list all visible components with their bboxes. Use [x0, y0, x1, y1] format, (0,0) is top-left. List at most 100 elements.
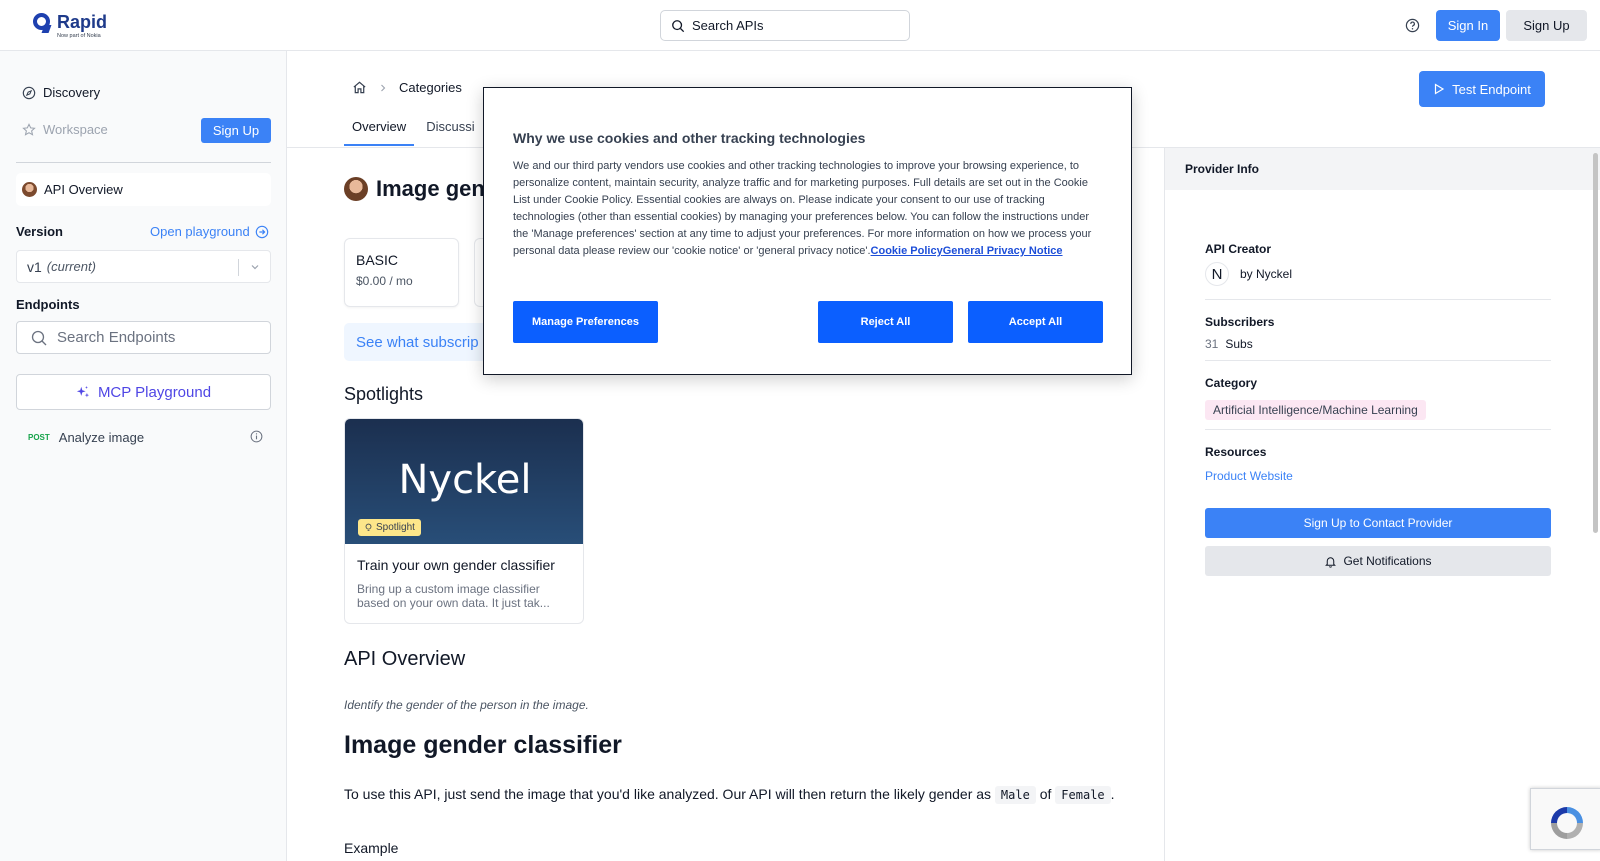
creator-name: by Nyckel [1240, 267, 1293, 281]
play-icon [1435, 83, 1445, 95]
recaptcha-icon [1551, 807, 1583, 839]
plan-price: $0.00 / mo [356, 274, 413, 288]
contact-provider-button[interactable]: Sign Up to Contact Provider [1205, 508, 1551, 538]
chevron-right-icon [381, 84, 386, 91]
manage-preferences-button[interactable]: Manage Preferences [513, 301, 658, 343]
subscribers-unit: Subs [1225, 337, 1253, 351]
recaptcha-badge[interactable] [1530, 788, 1600, 850]
api-avatar [22, 182, 37, 197]
subscribers-number: 31 [1205, 337, 1219, 351]
sidebar-item-discovery[interactable]: Discovery [22, 85, 100, 100]
sign-up-button[interactable]: Sign Up [1506, 10, 1587, 41]
lightbulb-icon [365, 523, 372, 532]
cookie-policy-link[interactable]: Cookie Policy [871, 245, 943, 257]
compass-icon [22, 86, 36, 99]
api-overview-heading: API Overview [344, 648, 466, 670]
rapid-logo[interactable]: Rapid Now part of Nokia [33, 13, 107, 39]
endpoint-name: Analyze image [58, 430, 145, 445]
sparkles-icon [76, 385, 90, 398]
chevron-down-icon [251, 265, 259, 270]
open-playground-link[interactable]: Open playground [150, 224, 269, 239]
divider [1205, 360, 1551, 361]
product-website-link[interactable]: Product Website [1205, 469, 1293, 483]
spotlight-image: Nyckel Spotlight [345, 419, 583, 544]
search-apis-input[interactable]: Search APIs [660, 10, 910, 41]
plan-name: BASIC [356, 252, 399, 268]
tab-overview[interactable]: Overview [344, 110, 415, 146]
mcp-playground-button[interactable]: MCP Playground [16, 374, 271, 410]
spotlight-description: Bring up a custom image classifier based… [357, 582, 550, 610]
reject-all-button[interactable]: Reject All [818, 301, 953, 343]
mcp-playground-label: MCP Playground [97, 383, 212, 401]
api-creator[interactable]: N by Nyckel [1205, 262, 1292, 286]
sign-in-button[interactable]: Sign In [1436, 10, 1500, 41]
api-avatar [344, 177, 368, 201]
cookie-title: Why we use cookies and other tracking te… [513, 130, 866, 146]
page-title-text: Image gen [376, 176, 485, 201]
help-icon[interactable] [1405, 18, 1420, 33]
subscription-banner-link[interactable]: See what subscrip [344, 323, 494, 361]
scrollbar[interactable] [1593, 153, 1598, 533]
get-notifications-button[interactable]: Get Notifications [1205, 546, 1551, 576]
readme-heading: Image gender classifier [344, 731, 622, 759]
sidebar-sign-up-button[interactable]: Sign Up [201, 118, 271, 143]
method-badge: POST [28, 433, 50, 442]
search-endpoints-input[interactable]: Search Endpoints [16, 321, 271, 354]
example-heading: Example [344, 840, 399, 856]
plan-card-basic[interactable]: BASIC $0.00 / mo [344, 238, 459, 307]
accept-all-button[interactable]: Accept All [968, 301, 1103, 343]
spotlight-card[interactable]: Nyckel Spotlight Train your own gender c… [344, 418, 584, 624]
sidebar-item-label: API Overview [44, 182, 123, 197]
api-creator-label: API Creator [1205, 242, 1272, 256]
endpoint-item-analyze-image[interactable]: POST Analyze image [28, 430, 268, 445]
logo-subtitle: Now part of Nokia [57, 33, 101, 39]
category-label: Category [1205, 376, 1258, 390]
test-endpoint-button[interactable]: Test Endpoint [1419, 71, 1545, 107]
sidebar-item-api-overview[interactable]: API Overview [16, 173, 271, 206]
divider [1205, 299, 1551, 300]
code-male: Male [994, 786, 1036, 804]
endpoints-label: Endpoints [16, 297, 80, 312]
search-placeholder: Search APIs [692, 18, 764, 33]
rapid-logo-icon [33, 13, 52, 33]
divider [238, 259, 239, 276]
sidebar-item-label: Workspace [43, 122, 108, 137]
breadcrumb: Categories [352, 80, 462, 95]
subscribers-label: Subscribers [1205, 315, 1275, 329]
usage-suffix: . [1110, 786, 1115, 802]
sidebar: Discovery Workspace Sign Up API Overview… [0, 51, 287, 861]
breadcrumb-categories[interactable]: Categories [399, 80, 462, 95]
arrow-right-circle-icon [255, 225, 269, 238]
sidebar-item-workspace[interactable]: Workspace [22, 122, 108, 137]
provider-info-header: Provider Info [1165, 148, 1600, 190]
version-value: v1 [27, 258, 42, 275]
resources-label: Resources [1205, 445, 1267, 459]
divider [1205, 429, 1551, 430]
provider-info-panel: Provider Info API Creator N by Nyckel Su… [1164, 148, 1600, 861]
privacy-notice-link[interactable]: General Privacy Notice [943, 245, 1063, 257]
tab-discussions[interactable]: Discussi [418, 110, 482, 146]
test-endpoint-label: Test Endpoint [1452, 81, 1531, 97]
nyckel-logo: Nyckel [398, 457, 532, 503]
search-endpoints-placeholder: Search Endpoints [57, 329, 176, 346]
api-overview-description: Identify the gender of the person in the… [344, 698, 589, 712]
info-icon[interactable] [250, 430, 263, 443]
category-tag[interactable]: Artificial Intelligence/Machine Learning [1205, 400, 1426, 420]
spotlights-heading: Spotlights [344, 384, 424, 404]
code-female: Female [1055, 786, 1111, 804]
star-icon [22, 122, 36, 136]
bell-icon [1325, 556, 1337, 568]
cookie-body-text: We and our third party vendors use cooki… [513, 160, 1092, 257]
page-title: Image gen [344, 176, 485, 202]
usage-of: of [1039, 786, 1052, 802]
spotlight-badge-label: Spotlight [376, 522, 415, 533]
spotlight-badge: Spotlight [358, 519, 421, 536]
logo-name: Rapid [57, 12, 108, 32]
sidebar-item-label: Discovery [43, 85, 101, 100]
home-icon[interactable] [352, 80, 367, 95]
version-select[interactable]: v1 (current) [16, 250, 271, 283]
creator-avatar: N [1205, 262, 1229, 286]
divider [16, 162, 271, 163]
usage-text: To use this API, just send the image tha… [344, 786, 992, 802]
search-icon [31, 330, 47, 345]
